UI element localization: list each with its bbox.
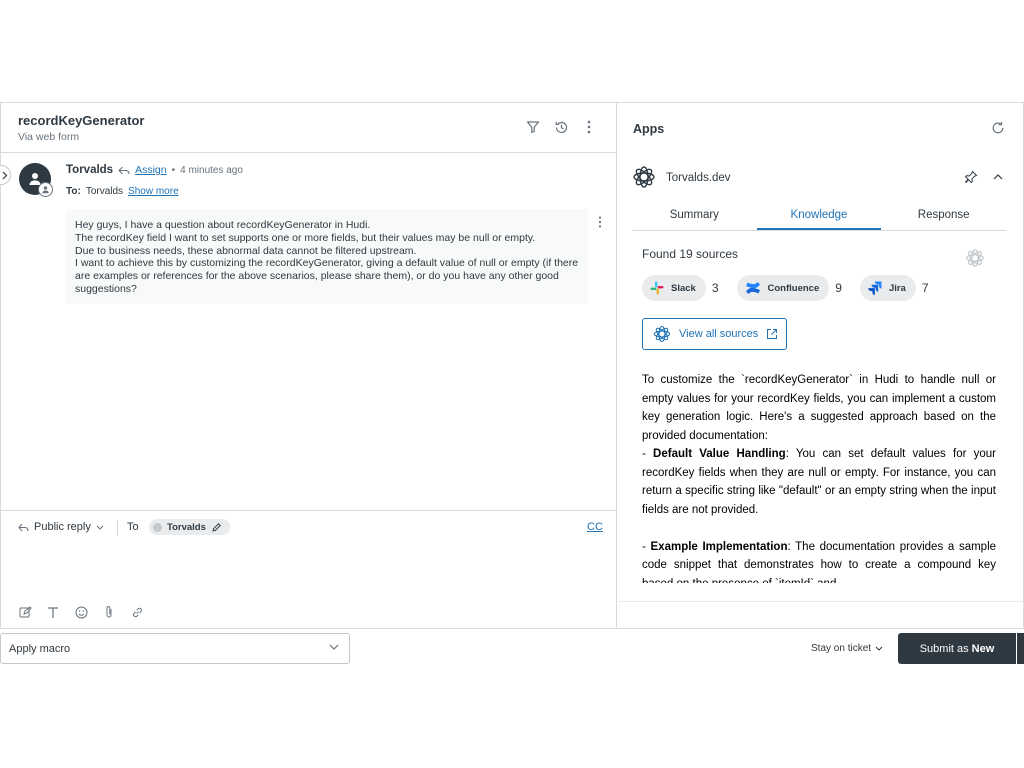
apps-title: Apps (633, 122, 665, 136)
slack-icon (650, 281, 664, 295)
sources-found-count: Found 19 sources (642, 247, 739, 261)
chevron-up-icon[interactable] (992, 170, 1006, 184)
reply-icon (18, 523, 29, 531)
apply-macro-label: Apply macro (9, 642, 71, 655)
cc-link[interactable]: CC (587, 521, 603, 533)
reply-to-label: To (127, 521, 139, 533)
chevron-right-icon (2, 171, 7, 179)
meta-separator: • (171, 164, 176, 176)
source-count: 3 (711, 281, 719, 295)
link-icon[interactable] (130, 605, 144, 619)
source-name: Jira (888, 282, 906, 294)
assign-link[interactable]: Assign (135, 164, 167, 176)
comment-body: Hey guys, I have a question about record… (66, 209, 588, 304)
more-options-icon[interactable] (580, 118, 598, 136)
attachment-icon[interactable] (102, 605, 116, 619)
author-name[interactable]: Torvalds (66, 164, 113, 176)
app-tabs: Summary Knowledge Response (632, 203, 1006, 231)
recipient-avatar-icon (153, 522, 162, 532)
ticket-footer: Apply macro Stay on ticket Submit as New (0, 628, 1024, 668)
compose-icon[interactable] (18, 605, 32, 619)
chevron-down-icon (329, 644, 339, 650)
refresh-icon[interactable] (991, 121, 1005, 135)
to-name: Torvalds (85, 186, 124, 197)
pin-icon[interactable] (964, 170, 978, 184)
end-user-badge-icon (38, 182, 53, 197)
composer-toolbar (18, 605, 144, 619)
external-link-icon (767, 329, 778, 339)
answer-bold-term: Default Value Handling (653, 448, 786, 460)
submit-button[interactable]: Submit as New (898, 633, 1016, 664)
confluence-icon (745, 282, 760, 294)
reply-divider (117, 520, 118, 536)
assistant-floating-icon[interactable] (965, 248, 985, 268)
answer-bold-term: Example Implementation (650, 540, 788, 553)
comment-more-icon[interactable] (598, 215, 606, 229)
submit-status: New (971, 642, 995, 655)
apps-panel: Apps Torvalds.dev Summary Knowledge Resp… (618, 103, 1024, 628)
comment-author-line: Torvalds Assign • 4 minutes ago (66, 164, 243, 176)
ticket-header: recordKeyGenerator Via web form (1, 103, 617, 153)
comment-recipients: To: Torvalds Show more (66, 186, 179, 197)
tab-response[interactable]: Response (881, 203, 1006, 230)
panel-divider (618, 601, 1023, 602)
tab-summary[interactable]: Summary (632, 203, 757, 230)
answer-paragraph: - Default Value Handling: You can set de… (642, 448, 996, 516)
recipient-name: Torvalds (167, 521, 206, 533)
text-format-icon[interactable] (46, 605, 60, 619)
answer-paragraph: To customize the `recordKeyGenerator` in… (642, 374, 996, 442)
torvalds-logo-icon (632, 165, 656, 189)
show-more-link[interactable]: Show more (128, 186, 179, 197)
stay-on-ticket-label: Stay on ticket (811, 643, 872, 654)
chevron-down-icon (875, 646, 883, 651)
reply-type-label: Public reply (34, 521, 91, 533)
recipient-pill[interactable]: Torvalds (149, 519, 230, 535)
history-icon[interactable] (552, 118, 570, 136)
filter-icon[interactable] (524, 118, 542, 136)
source-pill-slack[interactable]: Slack (642, 275, 706, 301)
comment-timestamp: 4 minutes ago (180, 164, 243, 176)
comment-line: Hey guys, I have a question about record… (75, 219, 371, 231)
source-pill-jira[interactable]: Jira (859, 275, 916, 301)
source-count: 7 (921, 281, 929, 295)
torvalds-logo-icon (653, 325, 671, 343)
knowledge-answer: To customize the `recordKeyGenerator` in… (642, 371, 996, 583)
reply-arrow-icon (118, 166, 130, 174)
source-pill-confluence[interactable]: Confluence (736, 275, 830, 301)
ticket-title: recordKeyGenerator (18, 113, 145, 128)
view-all-sources-button[interactable]: View all sources (642, 318, 787, 350)
ticket-channel: Via web form (18, 131, 80, 143)
chevron-down-icon (96, 525, 104, 530)
comment-line: Due to business needs, these abnormal da… (75, 244, 417, 257)
submit-options-button[interactable] (1017, 633, 1024, 664)
ticket-conversation-pane: recordKeyGenerator Via web form Torvalds… (0, 103, 617, 628)
source-count: 9 (835, 281, 842, 295)
app-header-torvalds: Torvalds.dev (632, 165, 1012, 191)
comment-line: The recordKey field I want to set suppor… (75, 231, 536, 244)
view-all-label: View all sources (679, 328, 759, 340)
tab-knowledge[interactable]: Knowledge (756, 203, 882, 230)
comment-line: I want to achieve this by customizing th… (75, 257, 579, 295)
source-name: Slack (671, 282, 696, 294)
to-label: To: (66, 186, 81, 197)
submit-prefix: Submit as (919, 642, 969, 655)
source-name: Confluence (767, 282, 820, 294)
emoji-icon[interactable] (74, 605, 88, 619)
apply-macro-dropdown[interactable]: Apply macro (0, 633, 350, 664)
reply-type-dropdown[interactable]: Public reply (18, 521, 104, 533)
jira-icon (868, 281, 882, 295)
stay-on-ticket-dropdown[interactable]: Stay on ticket (811, 643, 883, 654)
answer-paragraph: - Example Implementation: The documentat… (642, 538, 996, 584)
pencil-icon[interactable] (211, 522, 222, 533)
app-name: Torvalds.dev (666, 172, 731, 184)
top-blank-area (0, 0, 1024, 102)
reply-composer[interactable]: Public reply To Torvalds CC (1, 510, 617, 628)
source-list: Slack 3 Confluence 9 Jira 7 (642, 275, 947, 301)
expand-sidebar-button[interactable] (0, 165, 11, 185)
